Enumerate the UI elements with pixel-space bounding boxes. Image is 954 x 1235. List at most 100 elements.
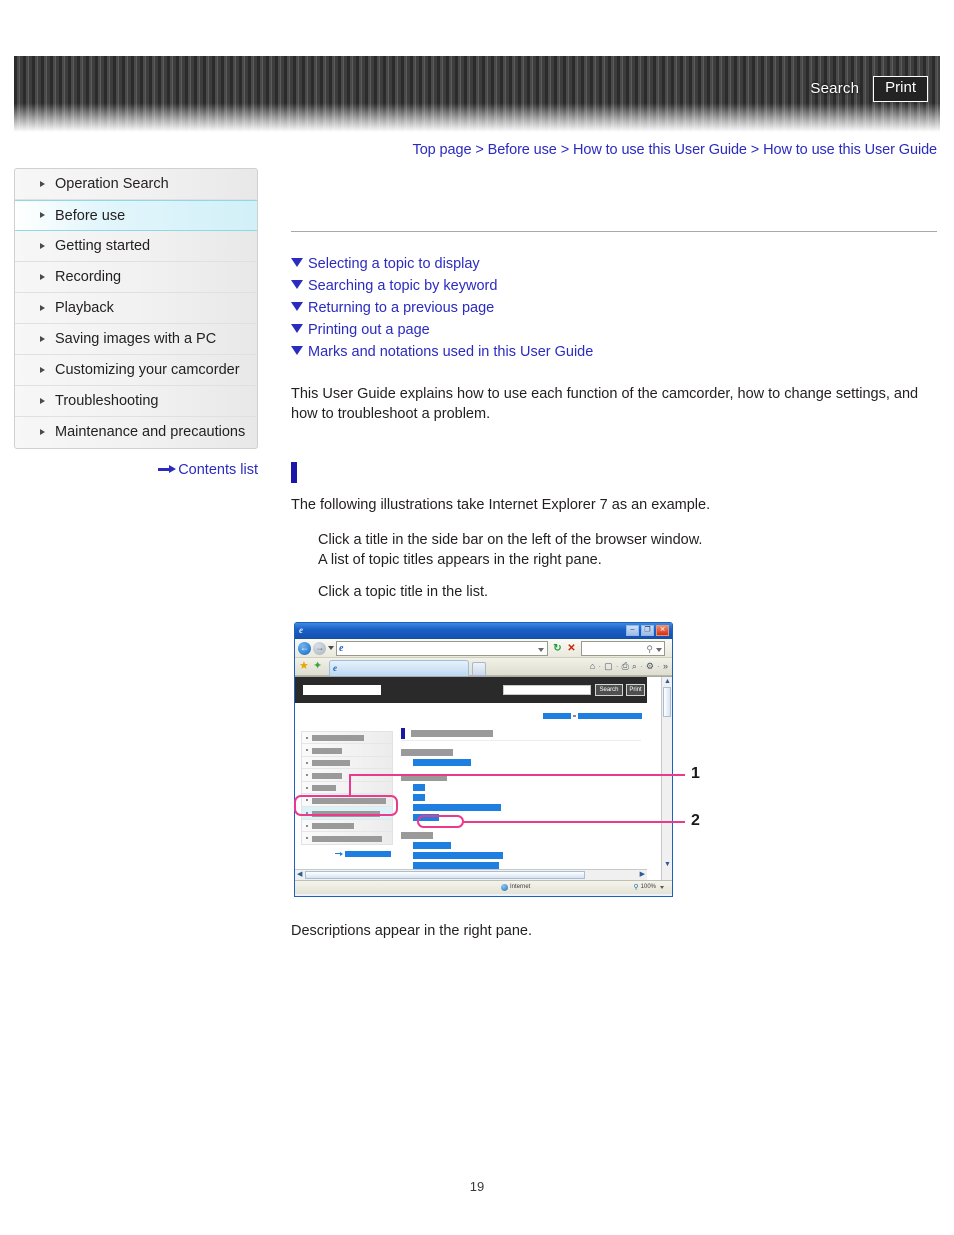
callout-leader-1 [349, 773, 685, 776]
divider [291, 231, 937, 232]
stop-button[interactable]: ✕ [565, 642, 578, 655]
sidebar-item-maintenance-and-precautions[interactable]: Maintenance and precautions [15, 417, 257, 448]
bullet-icon [306, 736, 308, 739]
mock-contents-list-link[interactable] [345, 850, 391, 857]
bullet-icon [306, 774, 308, 777]
close-button[interactable]: ✕ [656, 624, 669, 636]
history-dropdown-icon[interactable] [328, 645, 334, 650]
mock-page-title [401, 727, 641, 741]
sidebar-item-saving-images-with-a-pc[interactable]: Saving images with a PC [15, 324, 257, 355]
sidebar-item-playback[interactable]: Playback [15, 293, 257, 324]
mock-sidebar-row[interactable] [302, 769, 392, 782]
mock-topic-link[interactable] [413, 758, 471, 766]
mock-print-button[interactable]: Print [626, 683, 645, 696]
back-button[interactable]: ← [298, 641, 311, 655]
mock-breadcrumb-segment[interactable] [578, 712, 642, 719]
mock-sidebar-row[interactable] [302, 820, 392, 833]
page-icon[interactable]: ⌕ [632, 661, 637, 672]
redacted-text-bar [312, 835, 382, 842]
sidebar-item-customizing-your-camcorder[interactable]: Customizing your camcorder [15, 355, 257, 386]
mock-topic-link[interactable] [413, 851, 503, 859]
scroll-up-icon[interactable]: ▲ [664, 678, 671, 686]
bullet-icon [306, 761, 308, 764]
section-marker-icon [291, 462, 297, 483]
main-content: Selecting a topic to display Searching a… [291, 168, 937, 955]
horizontal-scrollbar[interactable]: ◀ ▶ [295, 868, 647, 880]
contents-list-label: Contents list [178, 462, 258, 478]
mock-browser-window: e – ❐ ✕ ← → e ↻ ✕ ⚲ ★ ✦ e ⌂ · ▢ · ⎙ ⌕ · … [294, 621, 673, 897]
sidebar-item-operation-search[interactable]: Operation Search [15, 169, 257, 200]
scroll-down-icon[interactable]: ▼ [664, 861, 671, 869]
print-button[interactable]: Print [873, 76, 928, 102]
mock-group-heading [401, 831, 433, 839]
forward-button[interactable]: → [313, 641, 326, 655]
scroll-left-icon[interactable]: ◀ [297, 871, 302, 879]
browser-toolbar-icons: ⌂ · ▢ · ⎙ ⌕ · ⚙ · » [590, 661, 668, 672]
refresh-button[interactable]: ↻ [551, 642, 564, 655]
sidebar-item-getting-started[interactable]: Getting started [15, 231, 257, 262]
zoom-control[interactable]: ⚲ 100% [634, 884, 664, 891]
topic-link-printing-out-a-page[interactable]: Printing out a page [291, 319, 937, 341]
topic-link-label: Printing out a page [308, 322, 430, 338]
minimize-button[interactable]: – [626, 624, 639, 636]
topic-link-label: Selecting a topic to display [308, 256, 480, 272]
mock-sidebar-row[interactable] [302, 732, 392, 745]
mock-topic-link[interactable] [413, 793, 425, 801]
maximize-button[interactable]: ❐ [641, 624, 654, 636]
mock-search-button[interactable]: Search [595, 683, 623, 696]
browser-tab[interactable]: e [329, 659, 469, 676]
bullet-icon [306, 824, 308, 827]
add-favorites-icon[interactable]: ✦ [313, 660, 322, 672]
vertical-scrollbar[interactable]: ▲ ▼ [661, 676, 672, 880]
mock-breadcrumb-segment[interactable] [543, 712, 571, 719]
mock-sidebar-row[interactable] [302, 782, 392, 795]
mock-search-input[interactable] [503, 684, 591, 695]
search-button[interactable]: Search [810, 80, 859, 97]
contents-list-link[interactable]: Contents list [14, 462, 258, 478]
mock-sidebar-row[interactable] [302, 744, 392, 757]
sidebar-item-recording[interactable]: Recording [15, 262, 257, 293]
chevron-down-icon[interactable] [656, 647, 662, 652]
favorites-star-icon[interactable]: ★ [299, 660, 309, 672]
new-tab-button[interactable] [472, 661, 486, 676]
scroll-right-icon[interactable]: ▶ [640, 871, 645, 879]
mock-breadcrumb-separator [573, 714, 576, 717]
browser-search-box[interactable]: ⚲ [581, 640, 665, 656]
figure-browser-illustration: e – ❐ ✕ ← → e ↻ ✕ ⚲ ★ ✦ e ⌂ · ▢ · ⎙ ⌕ · … [291, 621, 937, 907]
scrollbar-thumb[interactable] [305, 870, 585, 879]
topic-link-searching-a-topic[interactable]: Searching a topic by keyword [291, 275, 937, 297]
triangle-down-icon [291, 324, 303, 333]
intro-paragraph: This User Guide explains how to use each… [291, 386, 919, 422]
chevron-right-icon [40, 429, 45, 435]
feeds-icon[interactable]: ▢ [604, 661, 613, 672]
mock-sidebar-row[interactable] [302, 757, 392, 770]
arrow-right-icon [335, 851, 343, 856]
mock-topic-link-highlighted[interactable] [413, 841, 451, 849]
print-icon[interactable]: ⎙ [622, 661, 629, 672]
chevron-down-icon[interactable] [660, 885, 664, 889]
chevron-right-icon [40, 335, 45, 342]
sidebar-item-label: Before use [55, 208, 126, 224]
topic-link-returning-previous-page[interactable]: Returning to a previous page [291, 297, 937, 319]
chevron-down-icon[interactable] [538, 647, 544, 652]
triangle-down-icon [291, 280, 303, 289]
breadcrumb[interactable]: Top page > Before use > How to use this … [0, 142, 938, 158]
mock-page-viewport: Search Print ▲ ▼ ◀ ▶ [295, 675, 672, 880]
mock-topic-link[interactable] [413, 803, 501, 811]
topic-link-selecting-a-topic[interactable]: Selecting a topic to display [291, 253, 937, 275]
overflow-chevron-icon[interactable]: » [663, 661, 668, 672]
mock-topic-link[interactable] [413, 783, 425, 791]
close-icon: ✕ [659, 626, 666, 634]
topic-link-marks-and-notations[interactable]: Marks and notations used in this User Gu… [291, 341, 937, 363]
scrollbar-thumb[interactable] [663, 686, 671, 717]
mock-sidebar-row[interactable] [302, 832, 392, 845]
sidebar-item-before-use[interactable]: Before use [15, 200, 257, 231]
mock-topic-link[interactable] [413, 861, 499, 869]
tools-gear-icon[interactable]: ⚙ [646, 661, 654, 672]
sidebar-item-troubleshooting[interactable]: Troubleshooting [15, 386, 257, 417]
chevron-right-icon [40, 366, 45, 373]
topic-link-label: Returning to a previous page [308, 300, 495, 316]
home-icon[interactable]: ⌂ [590, 661, 595, 672]
section-heading [291, 462, 937, 484]
address-bar[interactable]: e [336, 640, 548, 656]
